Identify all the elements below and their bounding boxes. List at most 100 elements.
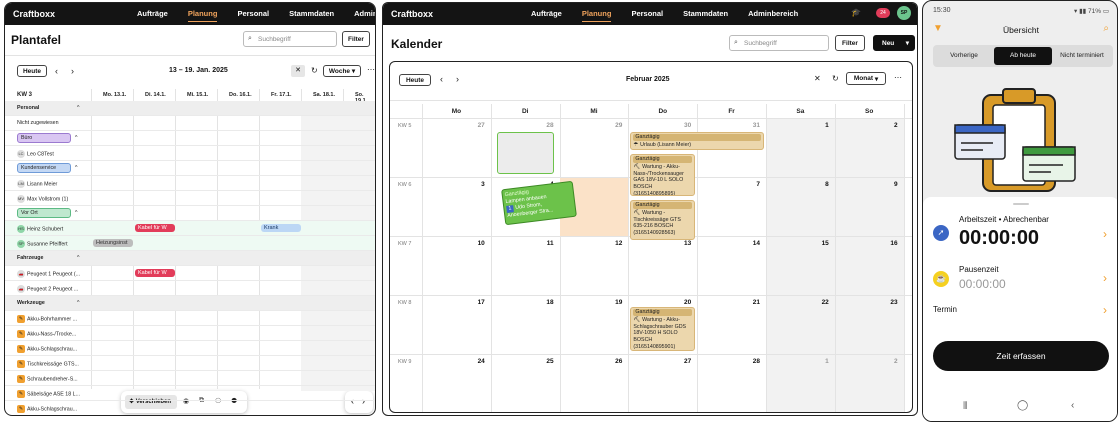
nav-item-4[interactable]: Adminbereich <box>354 9 375 22</box>
refresh-icon[interactable]: ↻ <box>832 74 839 83</box>
recent-apps-icon[interactable]: ⦀ <box>963 401 967 412</box>
resource-row[interactable]: ✎ Akku-Schlagschrau... <box>17 345 89 353</box>
day-number[interactable]: 16 <box>878 240 897 247</box>
plan-chip[interactable]: Kabel für W <box>135 269 175 277</box>
calendar-event[interactable]: Ganztägig ☂ Urlaub (Lisann Meier) <box>630 132 764 150</box>
calendar-event[interactable]: Ganztägig ⛏ Wartung - Akku-Nass-/Trockensa… <box>630 154 696 196</box>
prev-arrow-icon[interactable]: ‹ <box>440 74 443 84</box>
resource-row[interactable]: ✎ Tischkreissäge GTS... <box>17 360 89 368</box>
resource-row[interactable]: Personal ^ <box>17 105 89 111</box>
day-number[interactable]: 1 <box>809 122 829 129</box>
day-number[interactable]: 29 <box>602 122 622 129</box>
new-button[interactable]: Neu ▾ <box>873 35 915 51</box>
collapse-icon[interactable]: ✕ <box>814 74 821 83</box>
day-number[interactable]: 2 <box>878 358 898 365</box>
nav-item-3[interactable]: Stammdaten <box>289 9 334 22</box>
chevron-up-icon[interactable]: ^ <box>75 165 78 171</box>
more-icon[interactable]: ⋯ <box>367 65 375 74</box>
resource-row[interactable]: MV Max Vollstrom (1) <box>17 195 89 203</box>
calendar-event[interactable]: Ganztägig ⛏ Wartung - Tischkreissäge GTS 6… <box>630 200 696 240</box>
resource-row[interactable]: SP Susanne Pfeiffert <box>17 240 89 248</box>
resource-row[interactable]: HS Heinz Schubert <box>17 225 89 233</box>
refresh-icon[interactable]: ↻ <box>311 66 318 75</box>
day-number[interactable]: 30 <box>671 122 691 129</box>
day-number[interactable]: 31 <box>740 122 760 129</box>
day-number[interactable]: 2 <box>878 122 898 129</box>
work-time-row[interactable]: ➚ Arbeitszeit • Abrechenbar 00:00:00 › <box>923 211 1117 257</box>
plan-chip[interactable]: Heizungsinst <box>93 239 133 247</box>
day-number[interactable]: 19 <box>602 299 622 306</box>
tab-1[interactable]: Ab heute <box>994 47 1052 65</box>
resource-row[interactable]: ✎ Akku-Nass-/Trocke... <box>17 330 89 338</box>
prev-arrow-icon[interactable]: ‹ <box>55 66 58 76</box>
chevron-up-icon[interactable]: ^ <box>77 300 80 306</box>
day-number[interactable]: 9 <box>878 181 898 188</box>
sheet-handle[interactable] <box>1013 203 1029 205</box>
resource-row[interactable]: Kundenservice ^ <box>17 163 89 173</box>
day-number[interactable]: 20 <box>671 299 691 306</box>
search-input[interactable]: ⌕ Suchbegriff <box>243 31 337 47</box>
filter-button[interactable]: Filter <box>342 31 370 47</box>
day-number[interactable]: 10 <box>465 240 485 247</box>
day-number[interactable]: 28 <box>740 358 760 365</box>
resource-row[interactable]: ✎ Akku-Bohrhammer ... <box>17 315 89 323</box>
resource-row[interactable]: ✎ Säbelsäge ASE 18 L... <box>17 390 89 398</box>
resource-row[interactable]: 🚗 Peugeot 1 Peugeot (... <box>17 270 89 278</box>
resource-row[interactable]: ✎ Akku-Schlagschrau... <box>17 405 89 413</box>
resource-row[interactable]: Werkzeuge ^ <box>17 300 89 306</box>
nav-item-2[interactable]: Personal <box>237 9 269 22</box>
day-number[interactable]: 12 <box>602 240 622 247</box>
resource-row[interactable]: Vor Ort ^ <box>17 208 89 218</box>
back-icon[interactable]: ‹ <box>1071 400 1074 411</box>
today-button[interactable]: Heute <box>399 74 431 86</box>
day-number[interactable]: 13 <box>671 240 691 247</box>
chevron-up-icon[interactable]: ^ <box>75 135 78 141</box>
resource-row[interactable]: Fahrzeuge ^ <box>17 255 89 261</box>
tab-0[interactable]: Vorherige <box>935 47 993 65</box>
day-number[interactable]: 22 <box>809 299 829 306</box>
resource-row[interactable]: LM Lisann Meier <box>17 180 89 188</box>
plan-chip[interactable]: Krank <box>261 224 301 232</box>
day-number[interactable]: 15 <box>809 240 829 247</box>
view-select[interactable]: Monat ▾ <box>846 72 886 85</box>
next-arrow-icon[interactable]: › <box>456 74 459 84</box>
plan-chip[interactable]: Kabel für W <box>135 224 175 232</box>
calendar-event[interactable]: Ganztägig ⛏ Wartung - Akku-Schlagschrauber… <box>630 307 696 351</box>
resource-row[interactable]: Nicht zugewiesen <box>17 120 89 126</box>
day-number[interactable]: 23 <box>878 299 897 306</box>
notification-badge[interactable]: 24 <box>876 8 890 18</box>
search-input[interactable]: ⌕ Suchbegriff <box>729 35 829 51</box>
chevron-up-icon[interactable]: ^ <box>75 210 78 216</box>
day-number[interactable]: 14 <box>740 240 760 247</box>
day-number[interactable]: 25 <box>534 358 553 365</box>
tab-2[interactable]: Nicht terminiert <box>1053 47 1111 65</box>
home-icon[interactable]: ◯ <box>1017 400 1028 411</box>
more-icon[interactable]: ⋯ <box>894 73 902 82</box>
day-number[interactable]: 27 <box>465 122 485 129</box>
resource-row[interactable]: ✎ Schraubendreher-S... <box>17 375 89 383</box>
day-number[interactable]: 3 <box>465 181 485 188</box>
day-number[interactable]: 1 <box>809 358 829 365</box>
graduation-icon[interactable]: 🎓 <box>851 8 861 17</box>
day-number[interactable]: 8 <box>809 181 829 188</box>
chevron-up-icon[interactable]: ^ <box>77 105 80 111</box>
day-number[interactable]: 17 <box>465 299 485 306</box>
nav-item-1[interactable]: Planung <box>187 9 218 22</box>
today-button[interactable]: Heute <box>17 65 47 77</box>
termin-row[interactable]: Termin › <box>923 303 1117 323</box>
selected-slot[interactable] <box>496 132 554 174</box>
resource-row[interactable]: Büro ^ <box>17 133 89 143</box>
day-number[interactable]: 21 <box>740 299 760 306</box>
filter-button[interactable]: Filter <box>835 35 865 51</box>
day-number[interactable]: 11 <box>534 240 554 247</box>
day-number[interactable]: 28 <box>534 122 553 129</box>
day-number[interactable]: 24 <box>465 358 485 365</box>
view-select[interactable]: Woche ▾ <box>323 65 361 77</box>
nav-item-2[interactable]: Personal <box>631 9 663 22</box>
search-icon[interactable]: ⌕ <box>1103 23 1109 34</box>
day-number[interactable]: 26 <box>602 358 622 365</box>
nav-item-0[interactable]: Aufträge <box>531 9 562 22</box>
avatar[interactable]: SP <box>897 6 911 20</box>
nav-item-0[interactable]: Aufträge <box>137 9 168 22</box>
resource-row[interactable]: LC Leo C8Test <box>17 150 89 158</box>
